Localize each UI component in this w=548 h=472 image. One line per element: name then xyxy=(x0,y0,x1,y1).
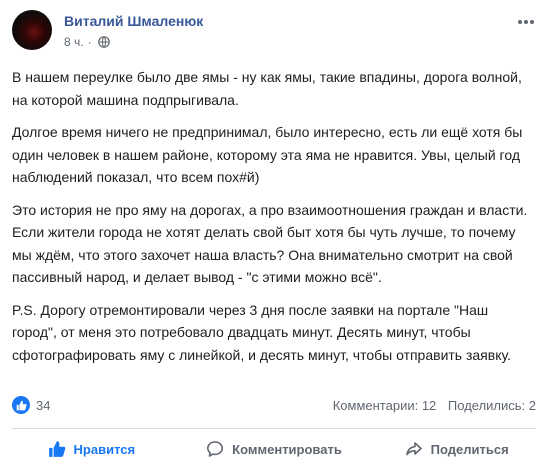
shares-count[interactable]: Поделились: 2 xyxy=(448,398,536,413)
comment-icon xyxy=(206,440,224,458)
post-paragraph: Это история не про яму на дорогах, а про… xyxy=(12,201,528,286)
thumbs-up-icon xyxy=(48,440,66,458)
post-card: Виталий Шмаленюк 8 ч. · В нашем переулке… xyxy=(0,0,548,472)
more-options-icon[interactable] xyxy=(516,12,536,32)
post-paragraph: Долгое время ничего не предпринимал, был… xyxy=(12,124,523,185)
post-timestamp[interactable]: 8 ч. xyxy=(64,35,84,49)
comments-count[interactable]: Комментарии: 12 xyxy=(333,398,437,413)
globe-icon[interactable] xyxy=(97,36,110,48)
like-button[interactable]: Нравится xyxy=(0,432,183,466)
meta-separator: · xyxy=(87,35,92,49)
post-paragraph: P.S. Дорогу отремонтировали через 3 дня … xyxy=(12,301,511,363)
like-label: Нравится xyxy=(73,441,136,457)
like-reaction-icon[interactable] xyxy=(12,396,30,414)
share-icon xyxy=(405,440,423,458)
post-meta: 8 ч. · xyxy=(64,35,110,49)
reaction-count[interactable]: 34 xyxy=(36,398,50,413)
share-label: Поделиться xyxy=(430,441,509,457)
avatar[interactable] xyxy=(12,10,52,50)
engagement-stats: Комментарии: 12 Поделились: 2 xyxy=(333,398,536,413)
author-name[interactable]: Виталий Шмаленюк xyxy=(64,13,203,29)
comment-button[interactable]: Комментировать xyxy=(183,432,366,466)
post-paragraph: В нашем переулке было две ямы - ну как я… xyxy=(12,69,522,108)
action-bar: Нравится Комментировать Поделиться xyxy=(0,432,548,466)
post-body: В нашем переулке было две ямы - ну как я… xyxy=(12,66,536,376)
share-button[interactable]: Поделиться xyxy=(365,432,548,466)
divider xyxy=(12,428,536,429)
comment-label: Комментировать xyxy=(232,441,342,457)
